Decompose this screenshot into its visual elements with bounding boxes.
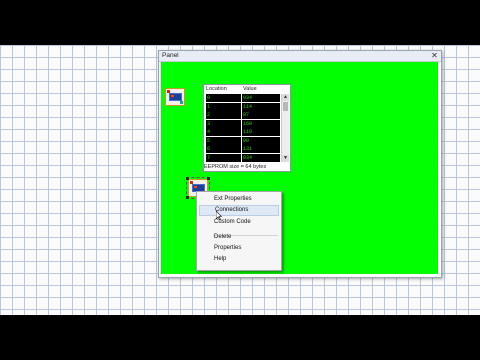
menu-item-connections[interactable]: Connections [199, 205, 279, 216]
resize-handle[interactable] [186, 196, 189, 199]
mouse-pointer-icon [216, 211, 222, 220]
value-column-header: Value [243, 86, 257, 92]
resize-handle[interactable] [207, 177, 210, 180]
design-canvas[interactable]: Panel ✕ Location Value 0 034 1 114 2 07 3 16… [0, 45, 480, 315]
value-cell: 00 [242, 136, 280, 145]
menu-item-delete[interactable]: Delete [199, 232, 279, 243]
eeprom-viewer[interactable]: Location Value 0 034 1 114 2 07 3 160 4 110 5… [203, 84, 291, 172]
menu-item-ext-properties[interactable]: Ext Properties [199, 194, 279, 205]
table-row: 3 160 [206, 119, 280, 128]
location-cell: 6 [206, 145, 241, 153]
table-row: 6 131 [206, 145, 280, 153]
title-bar[interactable]: Panel ✕ [159, 51, 441, 62]
scroll-thumb[interactable] [283, 102, 288, 111]
value-cell: 160 [242, 119, 280, 128]
menu-item-help[interactable]: Help [199, 254, 279, 265]
eeprom-header: Location Value [204, 85, 290, 93]
device-led-icon [180, 101, 183, 104]
value-cell: 131 [242, 145, 280, 153]
eeprom-chip-icon[interactable] [165, 88, 185, 106]
scroll-down-icon[interactable]: ▼ [282, 155, 289, 162]
location-cell: 2 [206, 111, 241, 119]
panel-area[interactable]: Location Value 0 034 1 114 2 07 3 160 4 110 5… [161, 62, 438, 274]
close-icon[interactable]: ✕ [430, 51, 439, 61]
location-cell: 0 [206, 94, 241, 102]
eeprom-scrollbar[interactable]: ▲ ▼ [281, 94, 289, 162]
table-row: 1 114 [206, 102, 280, 111]
value-cell: 114 [242, 102, 280, 111]
menu-item-custom-code[interactable]: Custom Code [199, 217, 279, 228]
window-title: Panel [162, 52, 179, 59]
eeprom-rows: 0 034 1 114 2 07 3 160 4 110 5 00 6 131 7 034 [206, 94, 280, 162]
location-cell: 3 [206, 119, 241, 128]
location-cell: 4 [206, 128, 241, 136]
menu-item-properties[interactable]: Properties [199, 243, 279, 254]
context-menu: Ext Properties Connections Custom Code D… [196, 191, 282, 271]
resize-handle[interactable] [186, 177, 189, 180]
scroll-up-icon[interactable]: ▲ [282, 94, 289, 101]
value-cell: 07 [242, 111, 280, 119]
location-cell: 7 [206, 153, 241, 162]
chip-body-icon [169, 93, 182, 101]
value-cell: 034 [242, 94, 280, 102]
location-cell: 1 [206, 102, 241, 111]
table-row: 2 07 [206, 111, 280, 119]
value-cell: 110 [242, 128, 280, 136]
location-cell: 5 [206, 136, 241, 145]
value-cell: 034 [242, 153, 280, 162]
table-row: 5 00 [206, 136, 280, 145]
panel-window: Panel ✕ Location Value 0 034 1 114 2 07 3 16… [158, 50, 442, 278]
table-row: 4 110 [206, 128, 280, 136]
location-column-header: Location [206, 86, 227, 92]
eeprom-size-label: EEPROM size = 64 bytes [204, 164, 267, 170]
table-row: 7 034 [206, 153, 280, 162]
table-row: 0 034 [206, 94, 280, 102]
